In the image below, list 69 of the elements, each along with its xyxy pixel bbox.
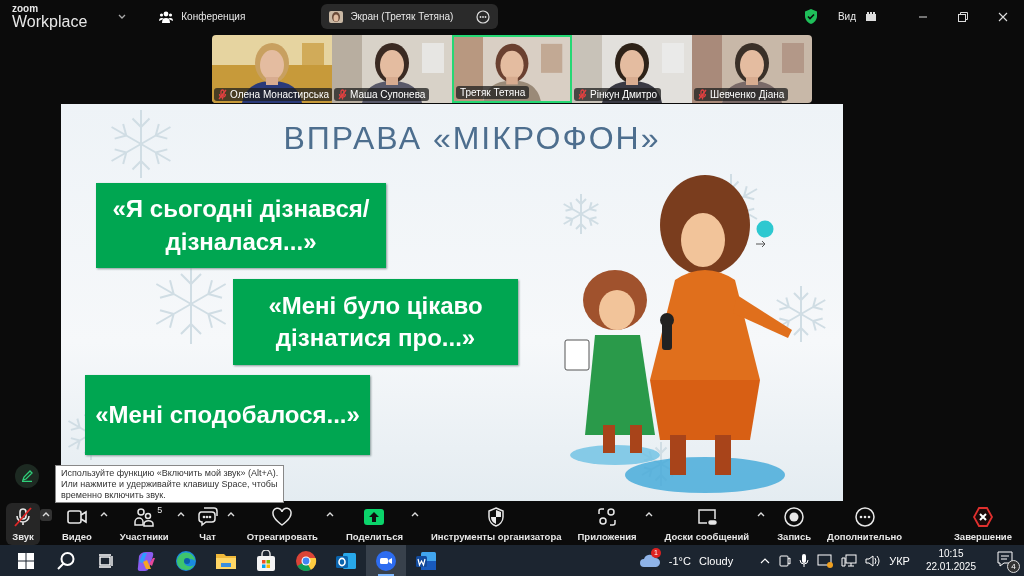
apps-grid-icon [596, 506, 619, 528]
share-button[interactable]: Поделиться [339, 503, 409, 545]
participants-button[interactable]: Участники 5 [113, 503, 175, 545]
notification-icon[interactable] [996, 549, 1014, 568]
browser-icon[interactable] [175, 549, 197, 572]
apps-button[interactable]: Приложения [571, 503, 643, 545]
microphone-icon[interactable] [799, 553, 810, 568]
whiteboard-button[interactable]: Доски сообщений [658, 503, 756, 545]
maximize-icon[interactable] [958, 11, 968, 22]
view-menu[interactable]: Вид [837, 11, 856, 22]
avatar-icon [329, 10, 344, 23]
weather-condition[interactable]: Cloudy [698, 554, 734, 567]
video-app-icon[interactable] [375, 549, 397, 572]
people-icon [133, 506, 156, 528]
more-icon [853, 506, 876, 528]
prompt-card: «Я сьогодні дізнався/ дізналася...» [96, 183, 386, 268]
pencil-icon [21, 470, 33, 482]
notification-count: 4 [1007, 559, 1020, 573]
clock[interactable]: 10:15 22.01.2025 [925, 548, 976, 573]
chat-bubble-icon [196, 506, 219, 528]
participant-name: Рінкун Дмитро [590, 89, 658, 100]
video-tile[interactable]: Рінкун Дмитро [572, 35, 692, 103]
annotate-button[interactable] [15, 464, 39, 488]
board-icon [695, 506, 718, 528]
camera-icon[interactable] [779, 553, 792, 568]
slide-title: ВПРАВА «МІКРОФОН» [283, 120, 661, 157]
participant-name: Олена Монастирська [230, 89, 330, 100]
video-tile[interactable]: Третяк Тетяна [452, 35, 572, 103]
search-icon[interactable] [56, 550, 76, 571]
shopping-bag-icon[interactable] [255, 549, 277, 572]
colorful-swirl-icon[interactable] [135, 549, 157, 572]
caret-icon[interactable] [40, 509, 52, 521]
browser-icon[interactable] [295, 549, 317, 572]
video-tile[interactable]: Маша Супонева [332, 35, 452, 103]
screen-share-icon[interactable] [817, 553, 834, 568]
start-icon[interactable] [17, 551, 35, 570]
more-icon[interactable] [476, 9, 491, 24]
participant-name: Шевченко Діана [710, 89, 785, 100]
network-icon[interactable] [841, 553, 858, 568]
speaker-icon[interactable] [865, 553, 882, 568]
chat-button[interactable]: Чат [190, 503, 225, 545]
task-view-icon[interactable] [98, 552, 114, 569]
video-button[interactable]: Видео [56, 503, 98, 545]
heart-icon [271, 506, 294, 528]
audio-button[interactable]: Звук [6, 503, 40, 545]
react-button[interactable]: Отреагировать [240, 503, 324, 545]
document-app-icon[interactable] [415, 549, 437, 572]
app-logo: zoom Workplace [12, 3, 88, 30]
participant-name: Маша Супонева [350, 89, 426, 100]
video-tile[interactable]: Олена Монастирська [212, 35, 332, 103]
record-icon [783, 506, 806, 528]
host-button[interactable]: Инструменты организатора [425, 503, 568, 545]
participant-name: Третяк Тетяна [460, 87, 526, 98]
close-icon[interactable] [998, 11, 1008, 22]
grid-icon [866, 12, 876, 21]
shield-check-icon[interactable] [803, 9, 818, 24]
more-button[interactable]: Дополнительно [821, 503, 909, 545]
video-tile[interactable]: Шевченко Діана [692, 35, 812, 103]
close-icon [971, 506, 994, 528]
end-button[interactable]: Завершение [947, 503, 1018, 545]
language-indicator[interactable]: УКР [889, 554, 910, 567]
share-status-pill[interactable]: Экран (Третяк Тетяна) [321, 4, 499, 29]
people-icon [159, 10, 174, 23]
tooltip: Используйте функцию «Включить мой звук» (Alt+A). Или нажмите и удерживайте клавишу Space, чтобы временно включить звук. [55, 465, 285, 504]
meeting-title: Конференция [181, 11, 246, 22]
record-button[interactable]: Запись [771, 503, 818, 545]
prompt-card: «Мені сподобалося...» [85, 375, 370, 455]
temperature[interactable]: -1°C [668, 554, 691, 567]
prompt-card: «Мені було цікаво дізнатися про...» [233, 279, 518, 365]
